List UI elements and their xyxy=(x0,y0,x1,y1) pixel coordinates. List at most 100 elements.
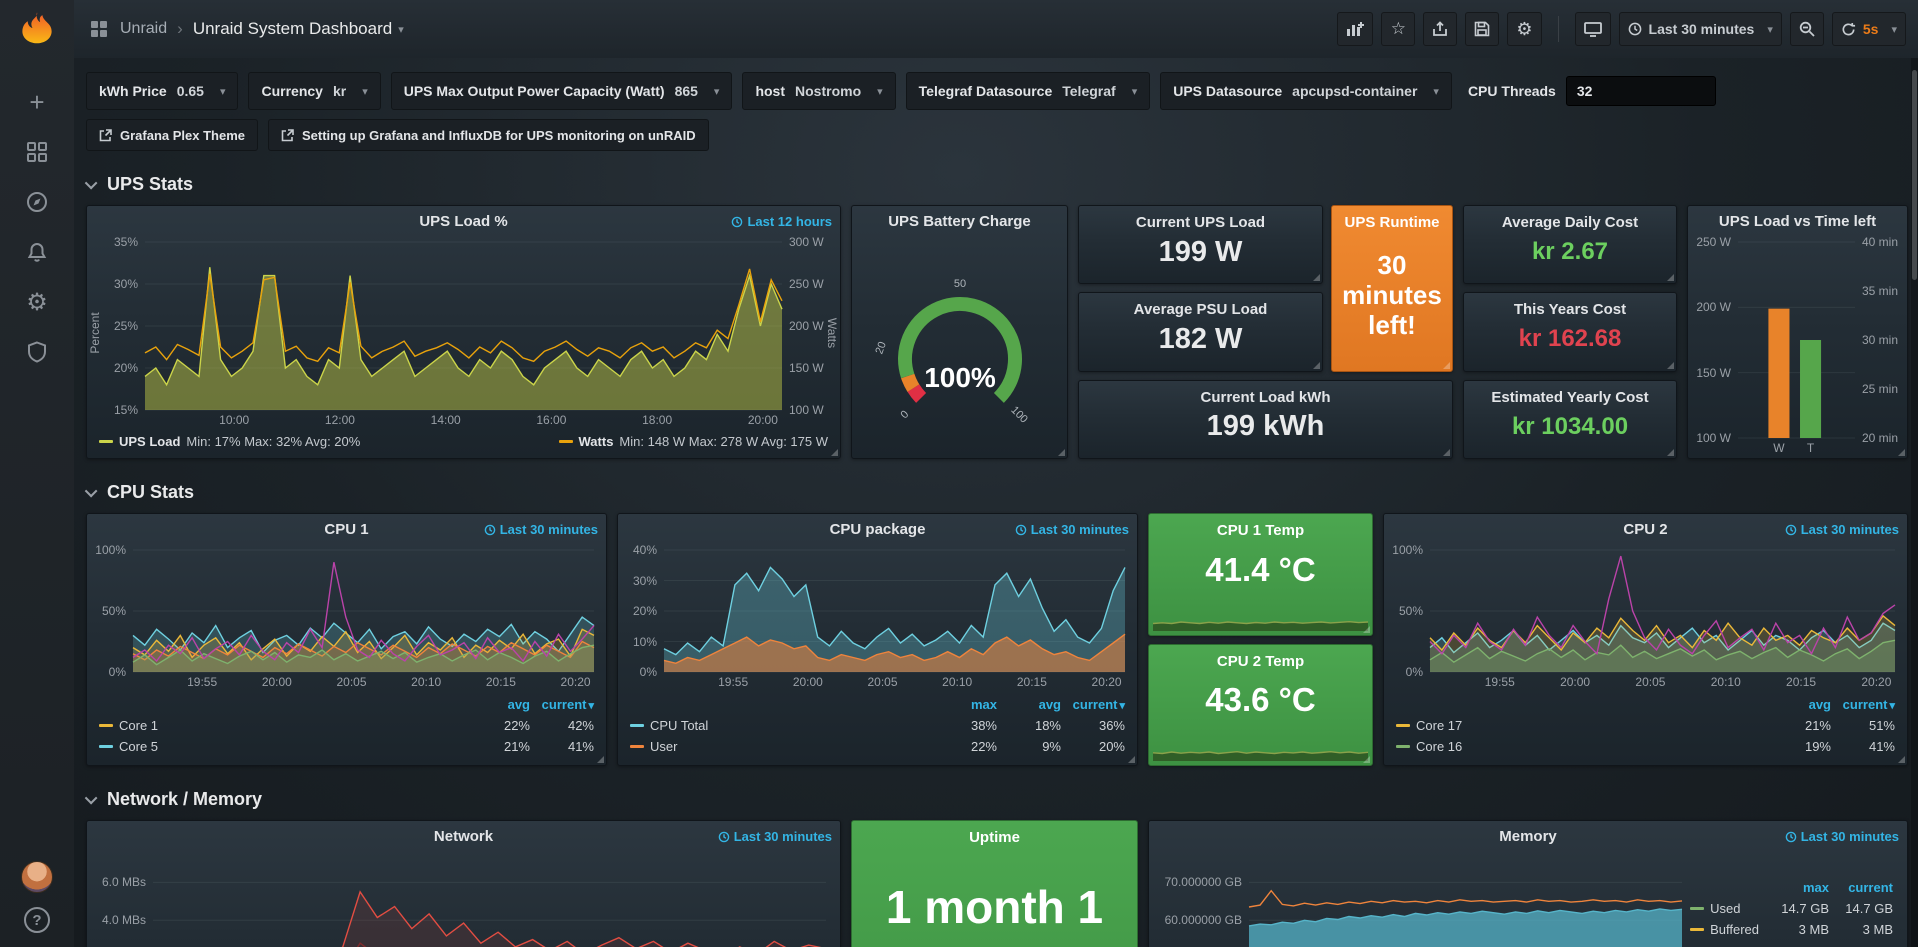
x-axis-tick: 20:15 xyxy=(1771,675,1831,689)
cpu1-temp-sparkline xyxy=(1149,601,1372,635)
x-axis-tick: 20:00 xyxy=(247,675,307,689)
link-grafana-plex-theme[interactable]: Grafana Plex Theme xyxy=(86,119,258,151)
dashboards-icon[interactable] xyxy=(15,130,59,174)
legend-item[interactable]: User 22% 9% 20% xyxy=(630,736,1125,757)
variable-kwh-price[interactable]: kWh Price 0.65 ▾ xyxy=(86,72,238,110)
y-axis-tick: 0% xyxy=(618,665,657,679)
clock-icon xyxy=(1785,831,1797,843)
external-link-icon xyxy=(99,129,112,142)
svg-text:50: 50 xyxy=(953,278,965,290)
refresh-picker[interactable]: 5s ▾ xyxy=(1832,12,1906,46)
scrollbar-thumb[interactable] xyxy=(1912,70,1917,280)
panel-title-load-vs-time[interactable]: UPS Load vs Time left xyxy=(1688,206,1907,236)
y-axis-tick: 30% xyxy=(87,277,138,291)
panel-title-cpu2[interactable]: CPU 2 Last 30 minutes xyxy=(1384,514,1907,544)
stat-title[interactable]: Uptime xyxy=(969,829,1020,846)
panel-title-cpu-package[interactable]: CPU package Last 30 minutes xyxy=(618,514,1137,544)
panel-title-memory[interactable]: Memory Last 30 minutes xyxy=(1149,821,1907,851)
x-axis-tick: 18:00 xyxy=(627,413,687,427)
section-cpu-stats[interactable]: CPU Stats xyxy=(88,479,1908,505)
breadcrumb-dashboard-title[interactable]: Unraid System Dashboard xyxy=(193,19,392,39)
y-axis-tick: 100% xyxy=(1384,544,1423,557)
breadcrumb-folder[interactable]: Unraid xyxy=(120,20,167,38)
cpu-threads-input[interactable] xyxy=(1566,76,1716,106)
save-dashboard-button[interactable] xyxy=(1465,12,1499,46)
stat-title[interactable]: Average Daily Cost xyxy=(1502,214,1638,231)
series-dash-icon xyxy=(1396,745,1410,748)
legend-item[interactable]: Watts Min: 148 W Max: 278 W Avg: 175 W xyxy=(559,434,828,449)
server-admin-shield-icon[interactable] xyxy=(15,330,59,374)
zoom-out-button[interactable] xyxy=(1790,12,1824,46)
legend-header: max avg current▾ xyxy=(630,694,1125,715)
clock-icon xyxy=(731,216,743,228)
user-avatar[interactable] xyxy=(21,861,53,893)
stat-title[interactable]: Current UPS Load xyxy=(1136,214,1265,231)
chevron-down-icon: ▾ xyxy=(1891,23,1897,36)
stat-value: 30 minutes left! xyxy=(1332,251,1452,351)
add-panel-button[interactable] xyxy=(1337,12,1373,46)
stat-title[interactable]: CPU 2 Temp xyxy=(1217,653,1304,670)
section-network-memory[interactable]: Network / Memory xyxy=(88,786,1908,812)
help-icon[interactable]: ? xyxy=(24,907,50,933)
panel-title-network[interactable]: Network Last 30 minutes xyxy=(87,821,840,851)
legend-item[interactable]: UPS Load Min: 17% Max: 32% Avg: 20% xyxy=(99,434,360,449)
stat-value: 41.4 °C xyxy=(1205,551,1315,589)
x-axis-tick: 20:10 xyxy=(1696,675,1756,689)
legend-item[interactable]: Buffered 3 MB 3 MB xyxy=(1690,919,1893,940)
y-axis-tick: 4.0 MBs xyxy=(87,913,146,927)
stat-title[interactable]: Current Load kWh xyxy=(1201,389,1331,406)
y-axis-tick: 70.000000 GB xyxy=(1149,875,1242,889)
section-ups-stats[interactable]: UPS Stats xyxy=(88,171,1908,197)
stat-title[interactable]: Average PSU Load xyxy=(1134,301,1268,318)
stat-title[interactable]: UPS Runtime xyxy=(1344,214,1439,231)
explore-compass-icon[interactable] xyxy=(15,180,59,224)
grafana-logo-icon[interactable] xyxy=(19,10,55,51)
variable-ups-max-output[interactable]: UPS Max Output Power Capacity (Watt) 865… xyxy=(391,72,733,110)
stat-title[interactable]: Estimated Yearly Cost xyxy=(1491,389,1648,406)
legend-item[interactable]: Used 14.7 GB 14.7 GB xyxy=(1690,898,1893,919)
star-dashboard-button[interactable]: ☆ xyxy=(1381,12,1415,46)
time-range-picker[interactable]: Last 30 minutes ▾ xyxy=(1619,12,1782,46)
stat-title[interactable]: This Years Cost xyxy=(1514,301,1626,318)
x-axis-tick: 16:00 xyxy=(521,413,581,427)
variable-host[interactable]: host Nostromo ▾ xyxy=(742,72,895,110)
panel-uptime: Uptime 1 month 1 xyxy=(851,820,1138,947)
legend-item[interactable]: Core 16 19% 41% xyxy=(1396,736,1895,757)
series-dash-icon xyxy=(559,440,573,443)
link-ups-monitoring-guide[interactable]: Setting up Grafana and InfluxDB for UPS … xyxy=(268,119,709,151)
variable-currency[interactable]: Currency kr ▾ xyxy=(248,72,380,110)
time-range-label: Last 30 minutes xyxy=(1649,21,1755,37)
external-link-icon xyxy=(281,129,294,142)
variable-telegraf-datasource[interactable]: Telegraf Datasource Telegraf ▾ xyxy=(906,72,1151,110)
legend-item[interactable]: Core 17 21% 51% xyxy=(1396,715,1895,736)
y-axis-tick: 20% xyxy=(87,361,138,375)
series-dash-icon xyxy=(630,745,644,748)
alerting-bell-icon[interactable] xyxy=(15,230,59,274)
legend-item[interactable]: Core 1 22% 42% xyxy=(99,715,594,736)
page-scrollbar[interactable] xyxy=(1911,58,1918,947)
create-plus-icon[interactable]: + xyxy=(15,80,59,124)
panel-cpu-package: CPU package Last 30 minutes 40%30%20%10%… xyxy=(617,513,1138,766)
legend-item[interactable]: Core 5 21% 41% xyxy=(99,736,594,757)
chevron-down-icon[interactable]: ▾ xyxy=(398,23,404,36)
cpu-temps-column: CPU 1 Temp 41.4 °C CPU 2 Temp 43.6 °C xyxy=(1148,513,1373,766)
dashboard-settings-gear-button[interactable]: ⚙ xyxy=(1507,12,1541,46)
clock-icon xyxy=(484,524,496,536)
y2-axis-tick: 150 W xyxy=(789,361,824,375)
variable-ups-datasource[interactable]: UPS Datasource apcupsd-container ▾ xyxy=(1160,72,1452,110)
panel-title-battery[interactable]: UPS Battery Charge xyxy=(852,206,1067,236)
configuration-gear-icon[interactable]: ⚙ xyxy=(15,280,59,324)
panel-cpu2-temp: CPU 2 Temp 43.6 °C xyxy=(1148,644,1373,767)
panel-title-cpu1[interactable]: CPU 1 Last 30 minutes xyxy=(87,514,606,544)
share-dashboard-button[interactable] xyxy=(1423,12,1457,46)
chevron-down-icon: ▾ xyxy=(714,85,720,98)
stat-title[interactable]: CPU 1 Temp xyxy=(1217,522,1304,539)
legend-item[interactable]: CPU Total 38% 18% 36% xyxy=(630,715,1125,736)
panel-title-ups-load[interactable]: UPS Load % Last 12 hours xyxy=(87,206,840,236)
y-axis-tick: 250 W xyxy=(1688,236,1731,249)
series-dash-icon xyxy=(99,745,113,748)
clock-icon xyxy=(1015,524,1027,536)
panel-average-daily-cost: Average Daily Cost kr 2.67 xyxy=(1463,205,1677,284)
x-axis-tick: 19:55 xyxy=(703,675,763,689)
cycle-view-tv-button[interactable] xyxy=(1575,12,1611,46)
